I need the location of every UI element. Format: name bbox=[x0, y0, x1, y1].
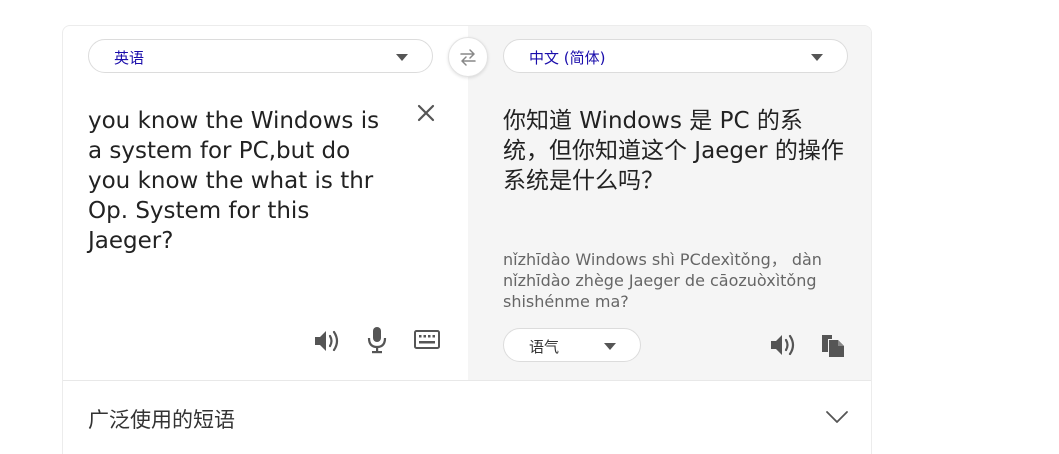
expand-phrases-button[interactable] bbox=[825, 409, 849, 428]
source-language-select[interactable]: 英语 bbox=[88, 39, 433, 73]
copy-translation-button[interactable] bbox=[820, 332, 846, 358]
tone-label: 语气 bbox=[529, 338, 560, 356]
pinyin-transliteration: nǐzhīdào Windows shì PCdexìtǒng， dàn nǐz… bbox=[503, 250, 822, 311]
close-icon bbox=[417, 104, 435, 122]
caret-down-icon bbox=[811, 54, 823, 61]
caret-down-icon bbox=[396, 54, 408, 61]
swap-languages-button[interactable] bbox=[448, 37, 488, 77]
common-phrases-heading: 广泛使用的短语 bbox=[88, 408, 235, 432]
target-listen-button[interactable] bbox=[769, 332, 797, 358]
clear-text-button[interactable] bbox=[414, 101, 438, 125]
chevron-down-icon bbox=[826, 411, 848, 423]
speaker-icon bbox=[315, 330, 339, 352]
source-language-label: 英语 bbox=[114, 49, 145, 67]
tone-select[interactable]: 语气 bbox=[503, 328, 641, 362]
keyboard-icon bbox=[414, 330, 440, 349]
swap-arrows-icon bbox=[460, 49, 476, 66]
source-listen-button[interactable] bbox=[313, 328, 341, 354]
divider bbox=[63, 380, 871, 381]
target-pane bbox=[468, 26, 871, 380]
microphone-icon bbox=[367, 327, 387, 354]
speaker-icon bbox=[771, 334, 795, 356]
target-language-select[interactable]: 中文 (简体) bbox=[503, 39, 848, 73]
keyboard-button[interactable] bbox=[414, 330, 440, 350]
target-language-label: 中文 (简体) bbox=[529, 49, 606, 67]
translator-card: 英语 中文 (简体) you know the Windows is a sys… bbox=[62, 25, 872, 454]
translation-output: 你知道 Windows 是 PC 的系统，但你知道这个 Jaeger 的操作系统… bbox=[503, 108, 844, 194]
microphone-button[interactable] bbox=[367, 326, 387, 354]
copy-icon bbox=[822, 335, 844, 357]
source-text-input[interactable]: you know the Windows is a system for PC,… bbox=[88, 106, 388, 256]
caret-down-icon bbox=[604, 343, 616, 350]
